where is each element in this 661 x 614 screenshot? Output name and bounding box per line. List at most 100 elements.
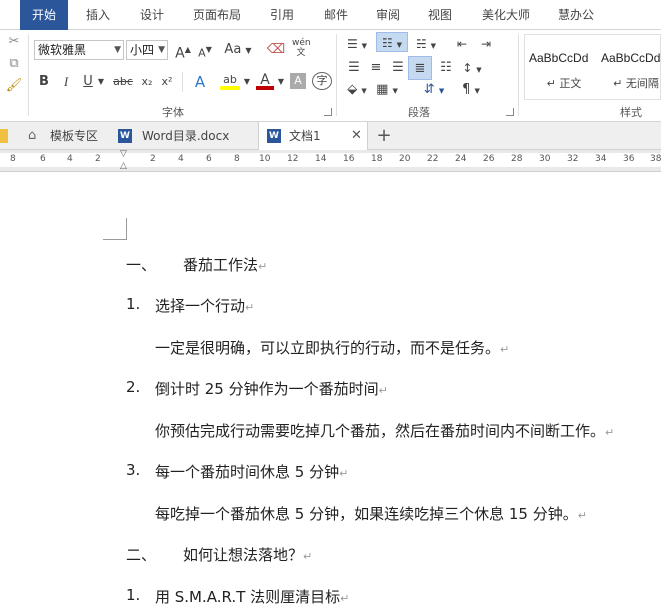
margin-corner-mark [103, 218, 127, 240]
line-text: 每一个番茄时间休息 5 分钟↵ [155, 461, 348, 482]
ruler-tick: 12 [287, 154, 299, 164]
font-group-label: 字体 [162, 106, 184, 119]
align-right-icon[interactable]: ☰ [388, 58, 408, 78]
list-item-line[interactable]: 1. 选择一个行动↵ [126, 295, 254, 315]
tab-references[interactable]: 引用 [260, 0, 304, 30]
close-icon[interactable]: ✕ [351, 122, 362, 150]
align-left-icon[interactable]: ☰ [344, 58, 364, 78]
bold-button[interactable]: B [36, 72, 52, 92]
increase-indent-icon[interactable]: ⇥ [476, 34, 496, 54]
change-case-button[interactable]: Aa ▼ [224, 40, 252, 60]
first-line-indent-marker-icon[interactable]: ▽ [120, 150, 130, 159]
enclose-characters-button[interactable]: 字 [312, 72, 332, 90]
tab-insert[interactable]: 插入 [76, 0, 120, 30]
font-name-combo[interactable]: 微软雅黑 ▼ [34, 40, 124, 60]
list-item-line[interactable]: 2. 倒计时 25 分钟作为一个番茄时间↵ [126, 378, 388, 398]
style-normal[interactable]: AaBbCcDd ↵ 正文 [525, 35, 597, 99]
strikethrough-button[interactable]: abc [112, 72, 134, 92]
font-name-value: 微软雅黑 [38, 43, 87, 57]
clear-formatting-icon[interactable]: ⌫ [266, 40, 286, 60]
doc-tab-word-toc[interactable]: W Word目录.docx [112, 122, 250, 150]
list-item-line[interactable]: 3. 每一个番茄时间休息 5 分钟↵ [126, 461, 348, 481]
list-marker: 1. [126, 295, 141, 313]
bullets-icon[interactable]: ☰ ▼ [344, 34, 370, 54]
distributed-icon[interactable]: ☷ [436, 58, 456, 78]
ruler-tick: 18 [371, 154, 383, 164]
shrink-font-button[interactable]: A▼ [196, 40, 214, 60]
font-dialog-launcher-icon[interactable] [324, 108, 332, 116]
tab-mailings[interactable]: 邮件 [314, 0, 358, 30]
align-center-icon[interactable]: ≡ [366, 58, 386, 78]
paragraph-mark: ↵ [340, 592, 350, 605]
grow-font-button[interactable]: A▲ [174, 40, 192, 62]
shading-icon[interactable]: ⬙ ▼ [344, 80, 370, 100]
line-text-content: 倒计时 25 分钟作为一个番茄时间 [155, 380, 379, 398]
doc-tab-label: 文档1 [289, 129, 321, 143]
borders-icon[interactable]: ▦ ▼ [374, 80, 400, 100]
multilevel-list-icon[interactable]: ☵ ▼ [412, 34, 440, 54]
hanging-indent-marker-icon[interactable]: △ [120, 162, 130, 171]
highlight-button[interactable]: ab [220, 70, 240, 90]
doc-tab-document1[interactable]: W 文档1 ✕ [258, 122, 368, 150]
character-shading-button[interactable]: A [290, 73, 306, 89]
folder-icon[interactable] [0, 129, 8, 143]
cut-icon[interactable]: ✂ [4, 32, 24, 52]
list-item-line[interactable]: 1. 用 S.M.A.R.T 法则厘清目标↵ [126, 586, 349, 606]
paragraph-dialog-launcher-icon[interactable] [506, 108, 514, 116]
horizontal-ruler[interactable]: 8 6 4 2 2 4 6 8 10 12 14 16 18 20 22 24 … [0, 150, 661, 172]
paragraph-mark: ↵ [378, 384, 388, 397]
chevron-down-icon[interactable]: ▼ [276, 72, 286, 92]
heading-line[interactable]: 二、 如何让想法落地？↵ [126, 544, 312, 565]
ribbon: ✂ ⧉ 🖌 微软雅黑 ▼ 小四 ▼ A▲ A▼ Aa ▼ ⌫ wén 文 B I … [0, 30, 661, 122]
tab-page-layout[interactable]: 页面布局 [186, 0, 248, 30]
ruler-tick: 4 [67, 154, 73, 164]
list-marker: 一、 [126, 256, 157, 274]
ruler-tick: 6 [206, 154, 212, 164]
word-doc-icon: W [267, 129, 281, 143]
tab-view[interactable]: 视图 [418, 0, 462, 30]
line-spacing-icon[interactable]: ↕ ▼ [460, 58, 484, 78]
format-painter-icon[interactable]: 🖌 [4, 76, 24, 96]
inline-separator [182, 72, 183, 92]
grow-font-label: A [175, 45, 185, 62]
font-color-button[interactable]: A [256, 70, 274, 90]
text-effects-button[interactable]: A [190, 72, 210, 92]
show-hide-marks-icon[interactable]: ¶ ▼ [458, 80, 484, 100]
ruler-tick: 14 [315, 154, 327, 164]
body-line[interactable]: 每吃掉一个番茄休息 5 分钟，如果连续吃掉三个休息 15 分钟。↵ [155, 503, 587, 524]
line-text: 选择一个行动↵ [155, 295, 254, 316]
document-tab-bar: ⌂ 模板专区 W Word目录.docx W 文档1 ✕ + [0, 122, 661, 150]
phonetic-guide-button[interactable]: wén 文 [292, 38, 311, 58]
decrease-indent-icon[interactable]: ⇤ [452, 34, 472, 54]
font-size-value: 小四 [130, 43, 155, 57]
style-sample-text: AaBbCcDd [601, 51, 661, 65]
chevron-down-icon[interactable]: ▼ [242, 72, 252, 92]
change-case-label: Aa [224, 42, 242, 57]
heading-line[interactable]: 一、 番茄工作法↵ [126, 254, 267, 275]
tab-beautify-master[interactable]: 美化大师 [474, 0, 538, 30]
doc-tab-templates[interactable]: ⌂ 模板专区 [24, 122, 120, 150]
subscript-button[interactable]: x₂ [138, 72, 156, 92]
style-no-spacing[interactable]: AaBbCcDd ↵ 无间隔 [597, 35, 661, 99]
italic-button[interactable]: I [58, 72, 74, 92]
tab-home[interactable]: 开始 [20, 0, 68, 30]
superscript-button[interactable]: x² [158, 72, 176, 92]
group-separator [28, 34, 29, 116]
tab-hui-office[interactable]: 慧办公 [548, 0, 604, 30]
underline-button[interactable]: U [80, 72, 96, 92]
sort-icon[interactable]: ⇵ ▼ [420, 80, 448, 100]
numbering-icon[interactable]: ☷ ▼ [376, 32, 408, 52]
chevron-down-icon[interactable]: ▼ [96, 72, 106, 92]
font-size-combo[interactable]: 小四 ▼ [126, 40, 168, 60]
body-line[interactable]: 你预估完成行动需要吃掉几个番茄，然后在番茄时间内不间断工作。↵ [155, 420, 614, 441]
copy-icon[interactable]: ⧉ [4, 54, 24, 74]
tab-design[interactable]: 设计 [130, 0, 174, 30]
new-tab-button[interactable]: + [374, 122, 394, 150]
tab-review[interactable]: 审阅 [366, 0, 410, 30]
ruler-tick: 2 [150, 154, 156, 164]
body-line[interactable]: 一定是很明确，可以立即执行的行动，而不是任务。↵ [155, 337, 509, 358]
justify-icon[interactable]: ≣ [408, 56, 432, 80]
ruler-tick: 20 [399, 154, 411, 164]
paragraph-mark: ↵ [258, 260, 268, 273]
chevron-down-icon: ▼ [114, 45, 121, 55]
